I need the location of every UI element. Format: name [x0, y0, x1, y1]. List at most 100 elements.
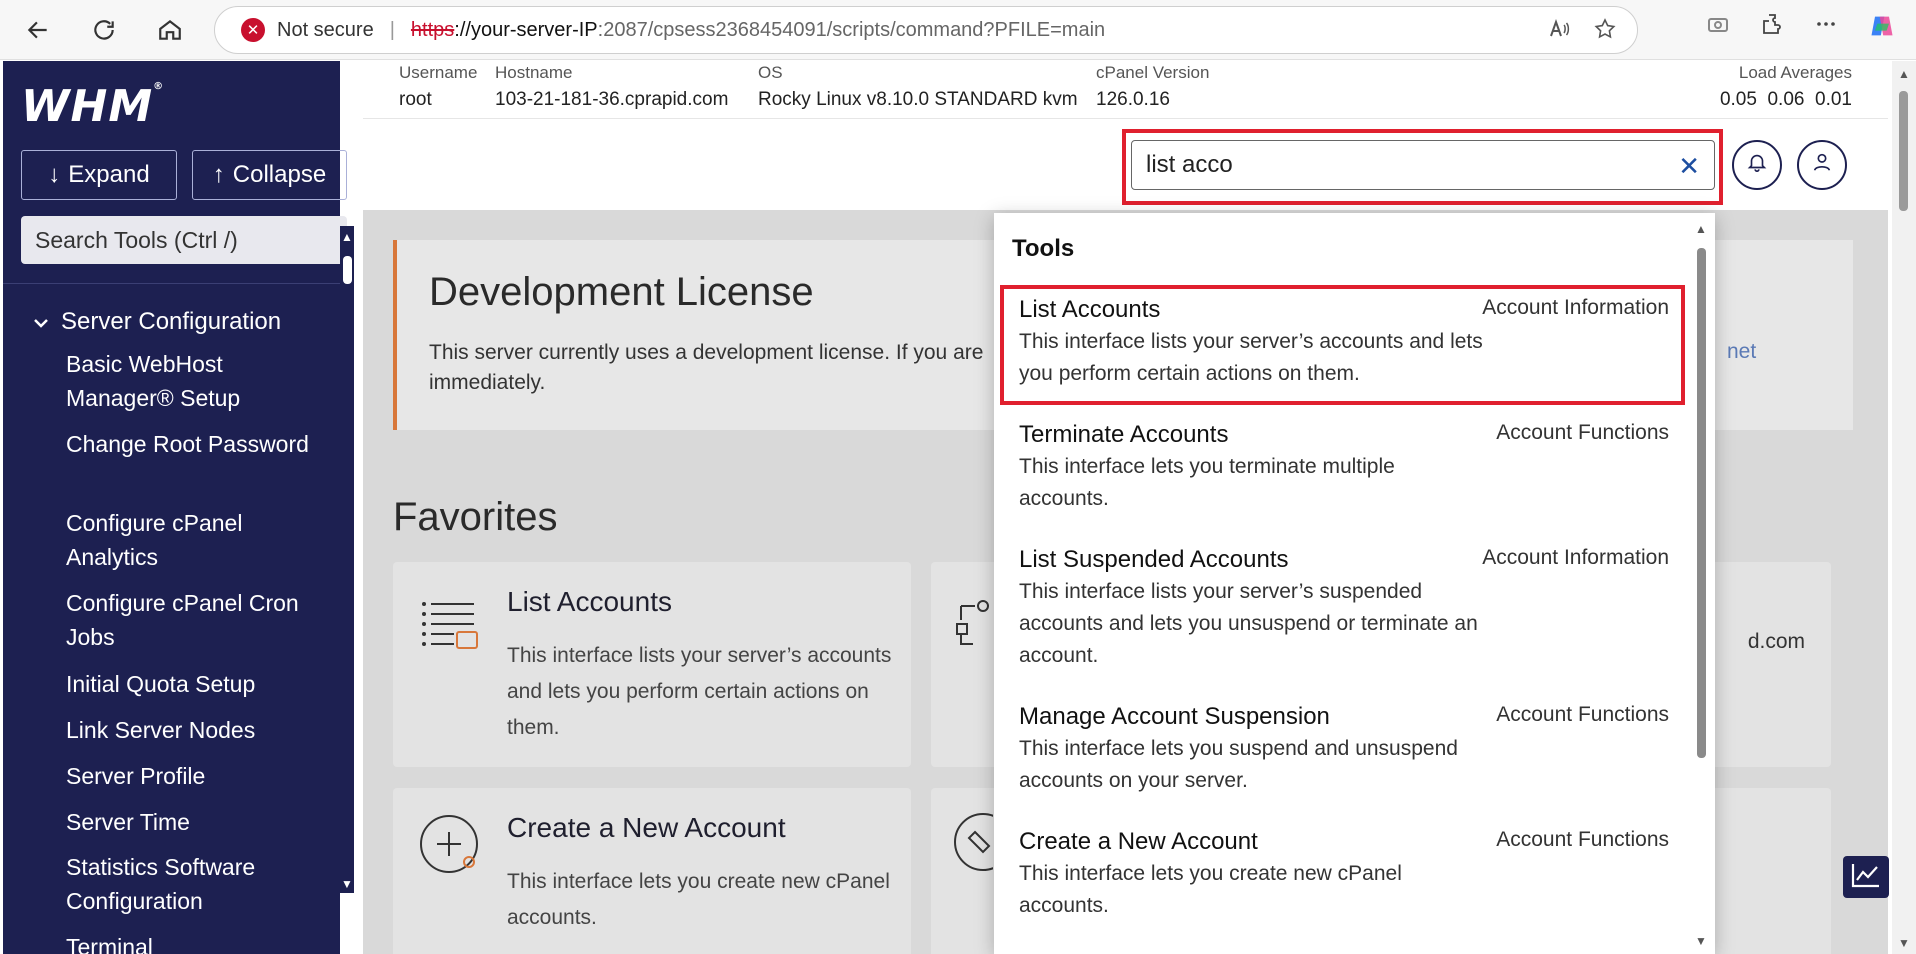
- list-accounts-icon: [419, 594, 479, 654]
- favorite-card-title: List Accounts: [507, 586, 672, 617]
- home-icon[interactable]: [152, 12, 188, 48]
- page-scrollbar[interactable]: ▲ ▼: [1892, 61, 1916, 954]
- url-path: :2087/cpsess2368454091/scripts/command?P…: [597, 18, 1106, 41]
- browser-toolbar: ✕ Not secure | https ://your-server-IP :…: [0, 0, 1916, 60]
- cpanel-version-label: cPanel Version: [1096, 63, 1210, 82]
- page-scroll-down-icon[interactable]: ▼: [1898, 936, 1910, 950]
- url-scheme: https: [410, 18, 455, 41]
- info-os: OS Rocky Linux v8.10.0 STANDARD kvm: [758, 63, 1078, 111]
- dropdown-scroll-down-icon[interactable]: ▼: [1695, 934, 1707, 948]
- sidebar-scrollbar[interactable]: ▲ ▼: [340, 226, 354, 893]
- load-averages-value: 0.05 0.06 0.01: [1719, 89, 1852, 110]
- info-hostname: Hostname 103-21-181-36.cprapid.com: [495, 63, 728, 111]
- whm-logo[interactable]: WHM®: [21, 81, 164, 132]
- cpanel-version-value: 126.0.16: [1096, 89, 1170, 110]
- sidebar-item-server-profile[interactable]: Server Profile: [66, 759, 326, 793]
- favorite-card-desc: This interface lists your server’s accou…: [507, 644, 892, 739]
- sidebar-search-input[interactable]: Search Tools (Ctrl /): [21, 216, 347, 264]
- result-desc: This interface lists your server’s suspe…: [1019, 580, 1478, 667]
- arrow-up-icon: ↑: [212, 161, 225, 188]
- sidebar-divider: [3, 283, 343, 284]
- copilot-icon[interactable]: [1868, 12, 1896, 45]
- page-scroll-thumb[interactable]: [1899, 91, 1908, 211]
- notifications-button[interactable]: [1732, 140, 1782, 190]
- sidebar-item-change-root-password[interactable]: Change Root Password: [66, 427, 326, 461]
- favorite-card-partial-text: d.com: [1747, 630, 1805, 653]
- result-category: Account Information: [1482, 546, 1669, 569]
- collapse-button[interactable]: ↑ Collapse: [192, 150, 347, 200]
- user-icon: [1811, 151, 1833, 179]
- stats-chart-button[interactable]: [1843, 856, 1889, 898]
- sidebar-item-statistics-software-configuration[interactable]: Statistics Software Configuration: [66, 850, 326, 918]
- extensions-icon[interactable]: [1760, 12, 1784, 45]
- result-item-terminate-accounts[interactable]: Terminate Accounts This interface lets y…: [1019, 421, 1679, 515]
- user-account-button[interactable]: [1797, 140, 1847, 190]
- sidebar-tool-list: Server Configuration Basic WebHost Manag…: [3, 287, 333, 954]
- line-chart-icon: [1851, 862, 1881, 893]
- sidebar-item-configure-cpanel-analytics[interactable]: Configure cPanel Analytics: [66, 506, 326, 574]
- dropdown-scroll-up-icon[interactable]: ▲: [1695, 222, 1707, 236]
- result-item-create-new-account[interactable]: Create a New Account This interface lets…: [1019, 828, 1679, 922]
- license-text: This server currently uses a development…: [429, 341, 984, 394]
- favorite-star-icon[interactable]: [1593, 17, 1617, 47]
- scroll-down-icon[interactable]: ▼: [341, 877, 353, 891]
- read-aloud-icon[interactable]: [1547, 17, 1571, 47]
- back-icon[interactable]: [20, 12, 56, 48]
- server-info-bar: Username root Hostname 103-21-181-36.cpr…: [363, 61, 1888, 119]
- sidebar-item-configure-cpanel-cron-jobs[interactable]: Configure cPanel Cron Jobs: [66, 586, 326, 654]
- username-label: Username: [399, 63, 478, 82]
- more-menu-icon[interactable]: [1814, 12, 1838, 45]
- bell-icon: [1746, 151, 1768, 179]
- scroll-up-icon[interactable]: ▲: [341, 230, 353, 244]
- address-separator: |: [389, 18, 395, 41]
- info-load-averages: Load Averages 0.05 0.06 0.01: [1720, 63, 1852, 111]
- username-value: root: [399, 89, 432, 110]
- sidebar-scroll-thumb[interactable]: [343, 256, 352, 284]
- clear-search-icon[interactable]: ✕: [1678, 151, 1700, 182]
- favorite-card-title: Create a New Account: [507, 812, 786, 843]
- favorites-title: Favorites: [393, 495, 558, 539]
- page-scroll-up-icon[interactable]: ▲: [1898, 67, 1910, 81]
- arrow-down-icon: ↓: [48, 161, 61, 188]
- expand-button[interactable]: ↓ Expand: [21, 150, 177, 200]
- dropdown-scrollbar[interactable]: ▲ ▼: [1695, 222, 1709, 948]
- chevron-down-icon: [33, 308, 49, 336]
- results-heading: Tools: [1012, 235, 1075, 262]
- license-link[interactable]: net: [1727, 340, 1756, 364]
- collapse-label: Collapse: [232, 161, 327, 188]
- load-averages-label: Load Averages: [1738, 63, 1852, 82]
- expand-label: Expand: [68, 161, 150, 188]
- hostname-label: Hostname: [495, 63, 573, 82]
- os-value: Rocky Linux v8.10.0 STANDARD kvm: [758, 89, 1078, 110]
- not-secure-icon: ✕: [241, 18, 265, 42]
- result-desc: This interface lets you suspend and unsu…: [1019, 737, 1458, 792]
- url-host: ://your-server-IP: [454, 18, 598, 41]
- result-item-manage-account-suspension[interactable]: Manage Account Suspension This interface…: [1019, 703, 1679, 797]
- dropdown-scroll-thumb[interactable]: [1697, 248, 1706, 758]
- tool-search-value: list acco: [1146, 151, 1233, 178]
- sidebar-item-basic-webhost-manager-setup[interactable]: Basic WebHost Manager® Setup: [66, 347, 326, 415]
- result-category: Account Functions: [1496, 703, 1669, 726]
- create-account-icon: [419, 812, 479, 873]
- sidebar-search-placeholder: Search Tools (Ctrl /): [35, 226, 238, 253]
- not-secure-label: Not secure: [277, 18, 374, 41]
- sidebar-item-initial-quota-setup[interactable]: Initial Quota Setup: [66, 667, 326, 701]
- reload-icon[interactable]: [86, 12, 122, 48]
- favorite-card-desc: This interface lets you create new cPane…: [507, 870, 890, 929]
- sidebar-item-terminal[interactable]: Terminal: [66, 930, 326, 954]
- rocket-icon: [953, 812, 1012, 872]
- result-category: Account Functions: [1496, 828, 1669, 851]
- result-item-list-suspended-accounts[interactable]: List Suspended Accounts This interface l…: [1019, 546, 1679, 672]
- address-bar[interactable]: ✕ Not secure | https ://your-server-IP :…: [214, 6, 1638, 54]
- hostname-value: 103-21-181-36.cprapid.com: [495, 89, 729, 110]
- result-desc: This interface lets you terminate multip…: [1019, 455, 1395, 510]
- sidebar-item-server-time[interactable]: Server Time: [66, 805, 326, 839]
- os-label: OS: [758, 63, 783, 82]
- sidebar-category-label: Server Configuration: [61, 308, 282, 335]
- sidebar-category-server-configuration[interactable]: Server Configuration: [33, 308, 281, 336]
- favorite-card-list-accounts[interactable]: List Accounts This interface lists your …: [393, 562, 911, 767]
- favorite-card-create-account[interactable]: Create a New Account This interface lets…: [393, 788, 911, 954]
- tool-search-input[interactable]: list acco ✕: [1131, 140, 1715, 190]
- sidebar-item-link-server-nodes[interactable]: Link Server Nodes: [66, 713, 326, 747]
- camera-icon[interactable]: [1706, 12, 1730, 45]
